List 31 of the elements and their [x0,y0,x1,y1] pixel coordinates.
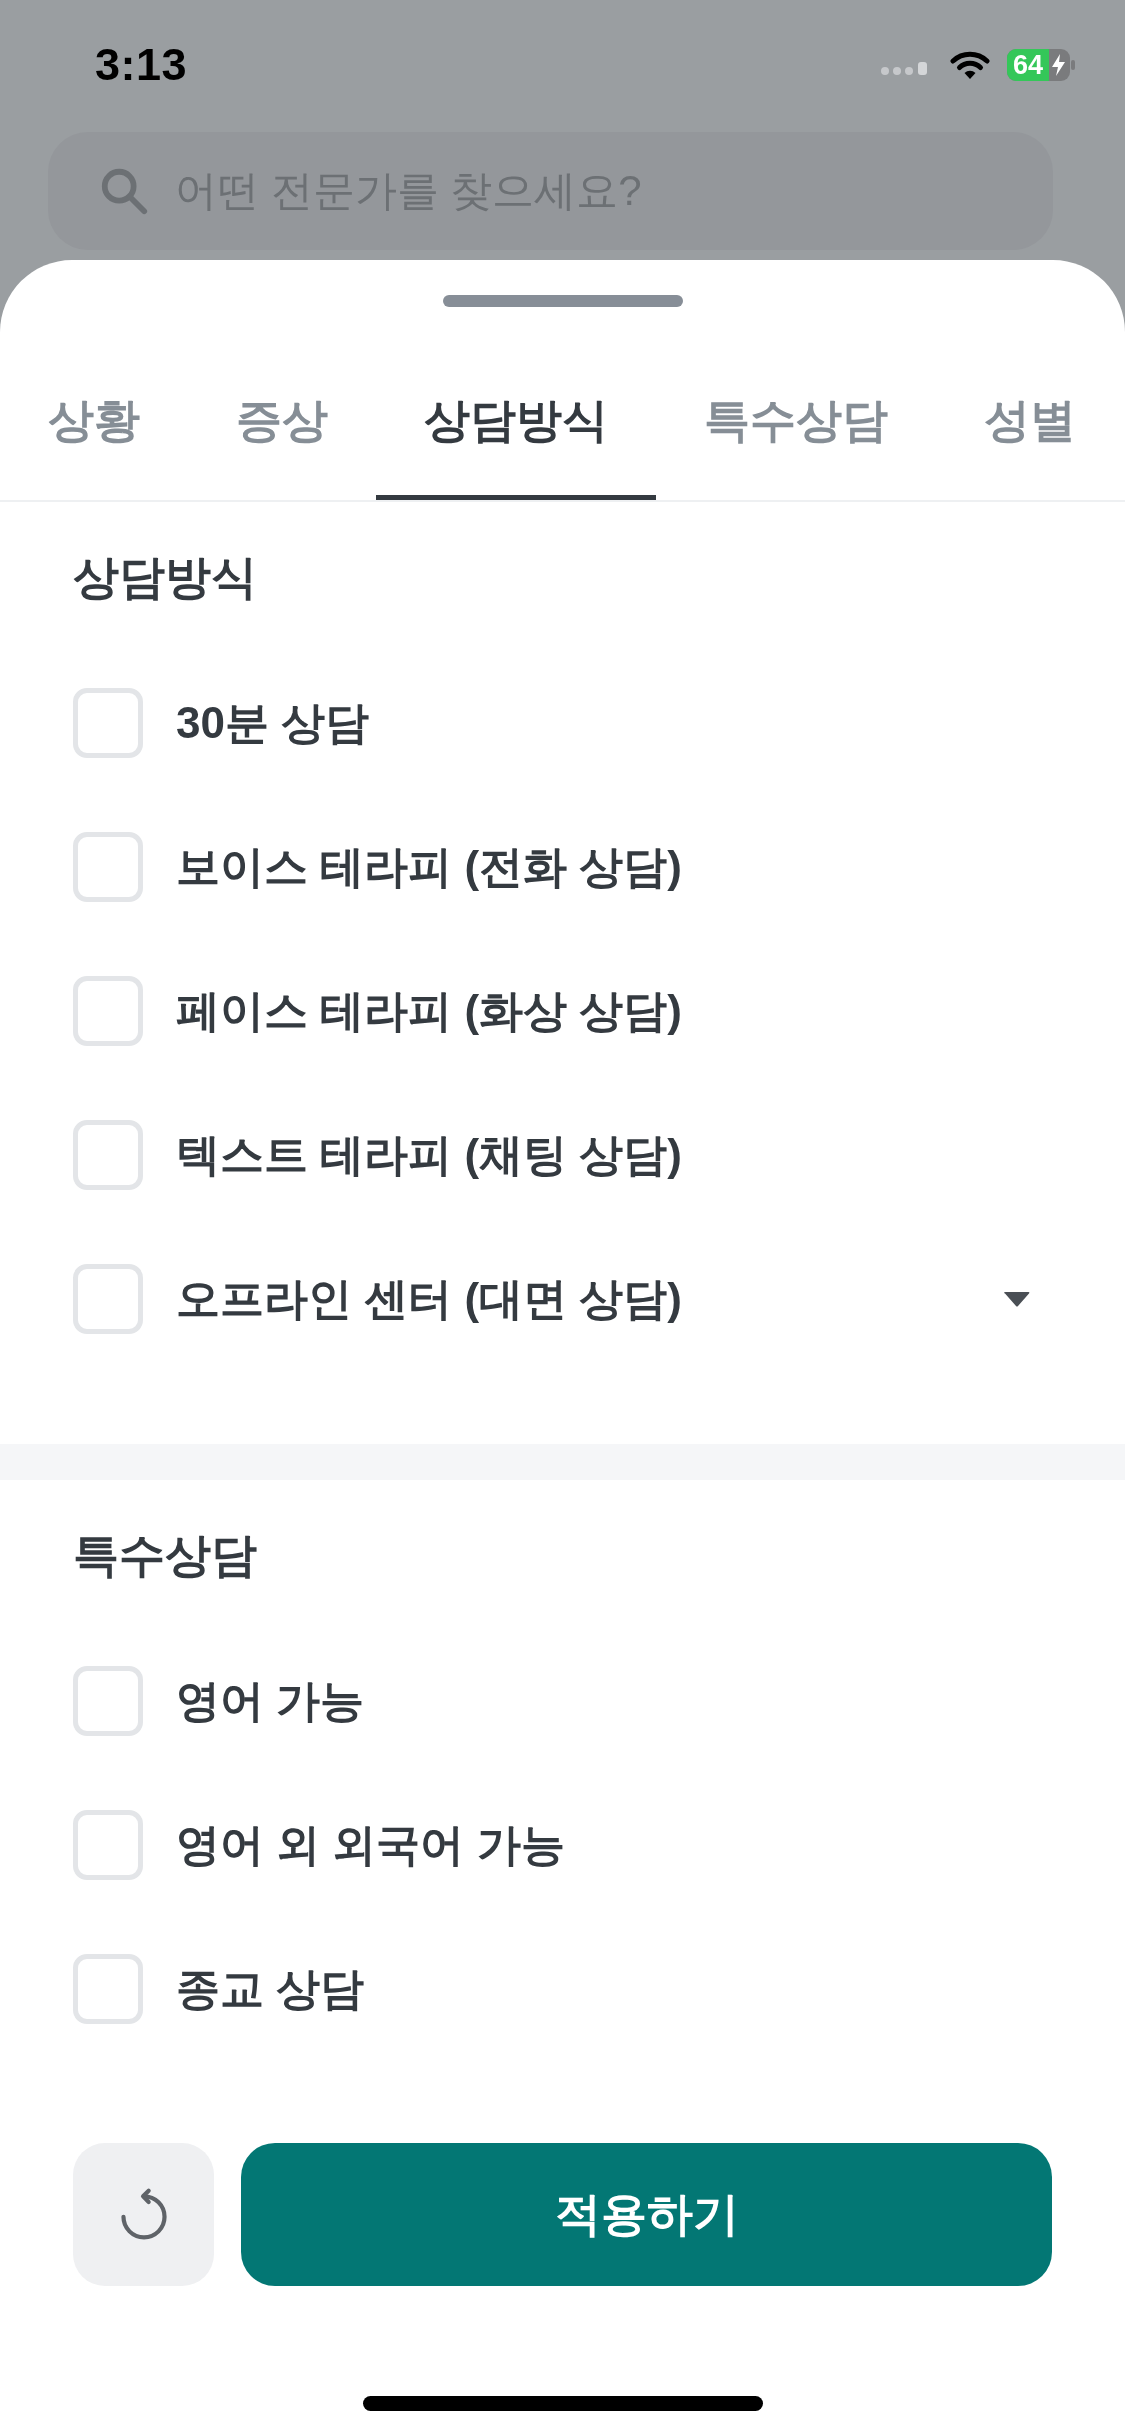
option-label: 영어 가능 [176,1674,365,1727]
checkbox[interactable] [73,1264,143,1334]
section-title: 특수상담 [73,1528,258,1583]
apply-button[interactable]: 적용하기 [241,2143,1052,2286]
checkbox[interactable] [73,688,143,758]
option-label: 텍스트 테라피 (채팅 상담) [176,1128,682,1181]
wifi-icon [950,50,990,80]
tab[interactable]: 증상 [188,330,376,500]
option-label: 페이스 테라피 (화상 상담) [176,984,682,1037]
tab[interactable]: 상황 [0,330,188,500]
checkbox[interactable] [73,1666,143,1736]
checkbox[interactable] [73,1120,143,1190]
option-label: 종교 상담 [176,1962,365,2015]
option-label: 보이스 테라피 (전화 상담) [176,840,682,893]
checkbox[interactable] [73,832,143,902]
checkbox[interactable] [73,1954,143,2024]
option-label: 30분 상담 [176,696,370,749]
tab[interactable]: 성별 [936,330,1124,500]
option-label: 영어 외 외국어 가능 [176,1818,565,1871]
tab[interactable]: 상담방식 [376,330,656,500]
tab[interactable]: 특수상담 [656,330,936,500]
checkbox[interactable] [73,976,143,1046]
battery-icon [1007,49,1075,81]
option-label: 오프라인 센터 (대면 상담) [176,1272,682,1325]
battery-percentage: 64 [1013,49,1044,81]
reset-button[interactable] [73,2143,214,2286]
section-title: 상담방식 [73,550,258,605]
caret-icon[interactable] [1004,1291,1030,1307]
drag-handle[interactable] [442,295,683,307]
status-time: 3:13 [95,39,188,91]
checkbox[interactable] [73,1810,143,1880]
